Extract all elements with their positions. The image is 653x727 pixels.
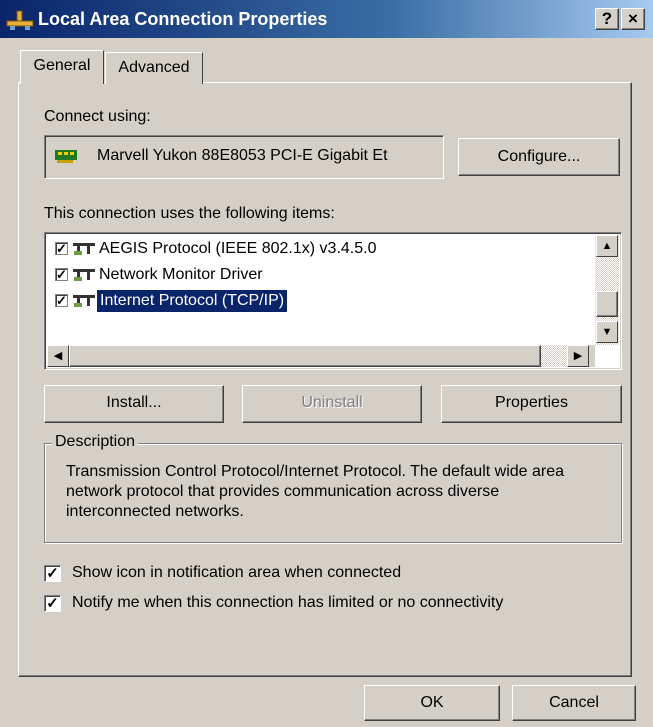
ok-button-label: OK [420,694,444,711]
items-list[interactable]: ✓ AEGIS Protocol (IEEE 802.1x) v3.4.5.0 … [44,232,622,370]
uninstall-button-label: Uninstall [301,394,363,411]
item-label: Network Monitor Driver [99,266,263,283]
scroll-right-arrow-icon[interactable]: ▶ [567,345,589,367]
notify-checkbox[interactable]: ✓ [44,595,61,612]
show-icon-label[interactable]: Show icon in notification area when conn… [72,564,401,582]
tab-general[interactable]: General [20,50,104,84]
network-protocol-icon [73,269,95,281]
cancel-button-label: Cancel [549,694,599,711]
network-connection-icon [6,10,34,30]
list-item[interactable]: ✓ AEGIS Protocol (IEEE 802.1x) v3.4.5.0 [51,237,591,261]
item-label: AEGIS Protocol (IEEE 802.1x) v3.4.5.0 [99,240,377,257]
ok-button[interactable]: OK [364,685,500,721]
connect-using-label: Connect using: [44,108,151,125]
close-button[interactable]: × [621,8,645,30]
horizontal-scroll-thumb[interactable] [69,345,541,367]
uninstall-button[interactable]: Uninstall [242,385,422,423]
properties-button-label: Properties [495,394,568,411]
item-checkbox[interactable]: ✓ [55,294,68,307]
cancel-button[interactable]: Cancel [512,685,636,721]
item-checkbox[interactable]: ✓ [55,268,68,281]
help-button[interactable]: ? [595,8,619,30]
show-icon-checkbox[interactable]: ✓ [44,565,61,582]
configure-button-label: Configure... [497,148,581,165]
horizontal-scrollbar[interactable]: ◀ ▶ [47,345,595,367]
properties-button[interactable]: Properties [441,385,622,423]
list-item-selected[interactable]: ✓ Internet Protocol (TCP/IP) [51,289,591,313]
configure-button[interactable]: Configure... [458,138,620,176]
install-button[interactable]: Install... [44,385,224,423]
scroll-track[interactable] [541,345,567,367]
tab-general-label: General [33,57,91,74]
title-bar[interactable]: Local Area Connection Properties ? × [0,0,653,38]
adapter-name: Marvell Yukon 88E8053 PCI-E Gigabit Et [97,147,388,164]
scroll-down-arrow-icon[interactable]: ▼ [596,321,618,343]
install-button-label: Install... [106,394,162,411]
item-label: Internet Protocol (TCP/IP) [95,289,289,313]
tab-advanced[interactable]: Advanced [105,52,203,84]
list-item[interactable]: ✓ Network Monitor Driver [51,263,591,287]
network-protocol-icon [73,243,95,255]
tab-advanced-label: Advanced [118,59,190,76]
description-text: Transmission Control Protocol/Internet P… [66,463,565,520]
adapter-box: Marvell Yukon 88E8053 PCI-E Gigabit Et [44,135,444,179]
vertical-scrollbar[interactable]: ▲ ▼ [595,235,619,345]
notify-label[interactable]: Notify me when this connection has limit… [72,594,503,612]
window-title: Local Area Connection Properties [38,9,328,29]
description-legend: Description [52,433,139,451]
items-label: This connection uses the following items… [44,205,335,222]
scroll-up-arrow-icon[interactable]: ▲ [596,235,618,257]
vertical-scroll-thumb[interactable] [596,291,618,317]
item-checkbox[interactable]: ✓ [55,242,68,255]
network-card-icon [55,150,77,163]
network-protocol-icon [73,295,95,307]
scroll-left-arrow-icon[interactable]: ◀ [47,345,69,367]
